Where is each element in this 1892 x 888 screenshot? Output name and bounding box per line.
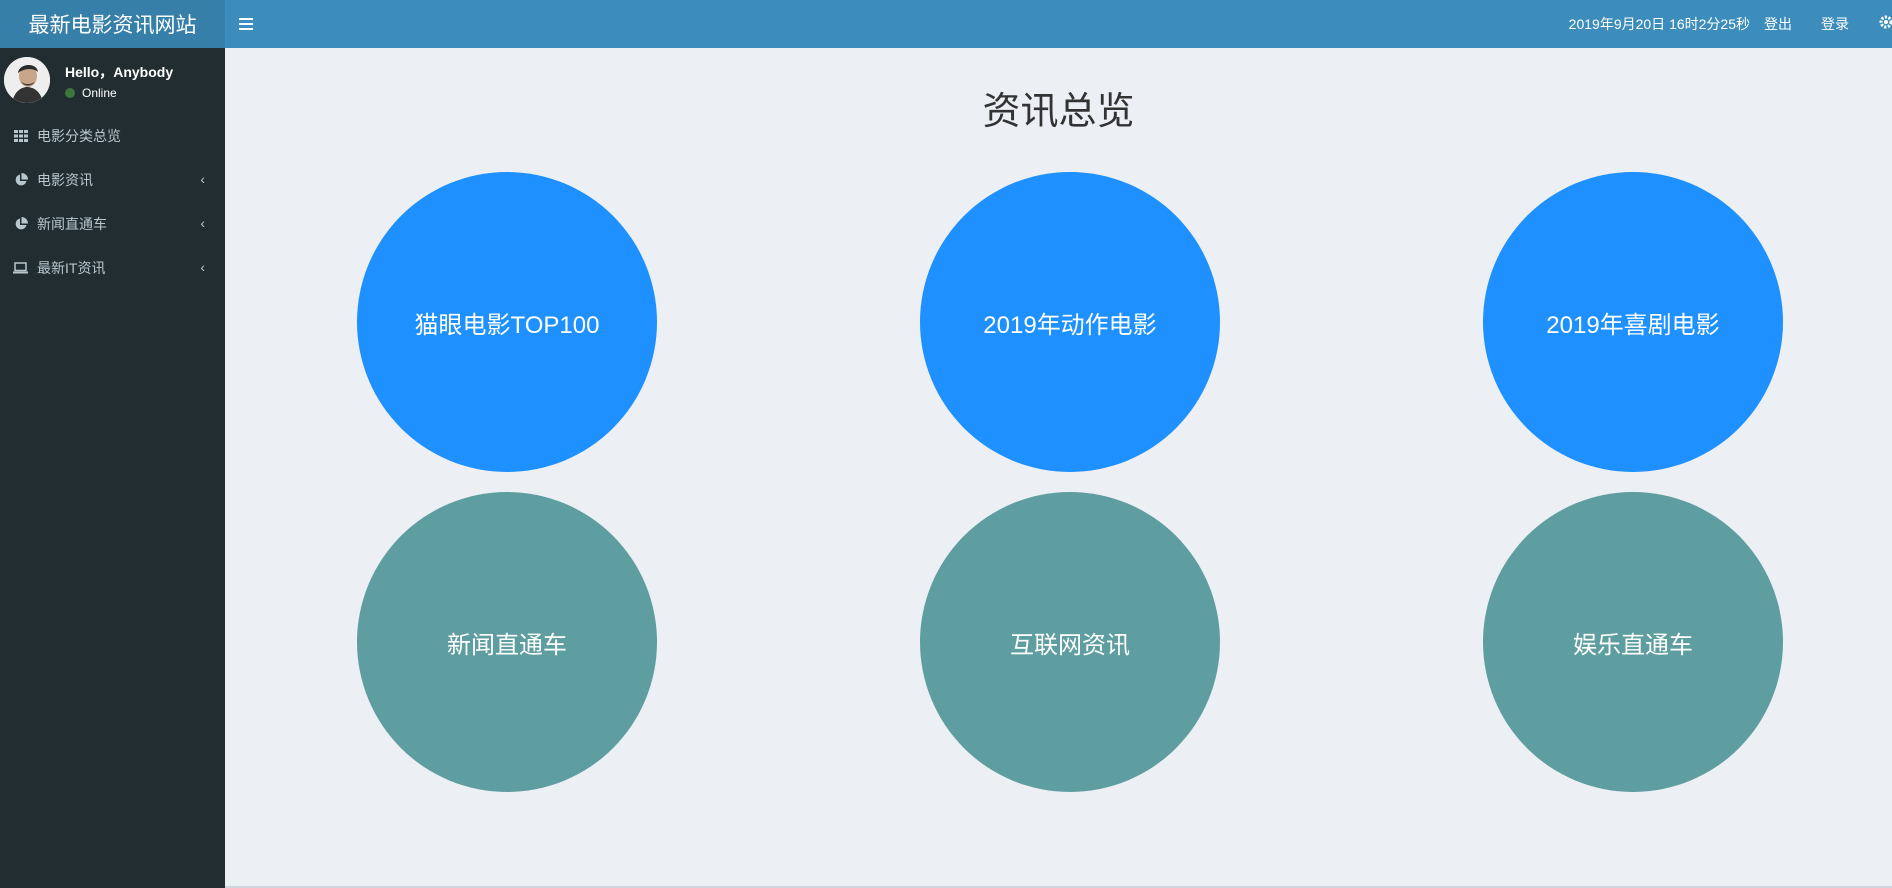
chevron-left-icon: ‹: [200, 215, 205, 231]
top-header: 最新电影资讯网站 2019年9月20日 16时2分25秒 登出 登录: [0, 0, 1892, 48]
sidebar-item-it-news[interactable]: 最新IT资讯 ‹: [0, 246, 225, 290]
sidebar: Hello，Anybody Online 电影分类总览 电影资讯 ‹ 新闻直通车…: [0, 48, 225, 888]
tile-internet-news[interactable]: 互联网资讯: [920, 492, 1220, 792]
gear-icon[interactable]: [1878, 14, 1892, 35]
tile-2019-action-movies[interactable]: 2019年动作电影: [920, 172, 1220, 472]
user-status: Online: [65, 86, 117, 100]
pie-chart-icon: [13, 173, 28, 188]
tile-entertainment-express[interactable]: 娱乐直通车: [1483, 492, 1783, 792]
chevron-left-icon: ‹: [200, 259, 205, 275]
tile-maoyan-top100[interactable]: 猫眼电影TOP100: [357, 172, 657, 472]
avatar: [4, 57, 50, 103]
tile-2019-comedy-movies[interactable]: 2019年喜剧电影: [1483, 172, 1783, 472]
status-dot-icon: [65, 88, 75, 98]
grid-icon: [13, 129, 28, 144]
pie-chart-icon: [13, 217, 28, 232]
page-title: 资讯总览: [982, 91, 1135, 133]
header-nav-right: 2019年9月20日 16时2分25秒 登出 登录: [1569, 0, 1892, 48]
sidebar-item-label: 新闻直通车: [37, 216, 107, 232]
user-panel: Hello，Anybody Online: [0, 48, 225, 114]
sidebar-item-movie-news[interactable]: 电影资讯 ‹: [0, 158, 225, 202]
login-link[interactable]: 登录: [1821, 14, 1849, 34]
sidebar-item-label: 电影资讯: [37, 172, 93, 188]
sidebar-item-news-express[interactable]: 新闻直通车 ‹: [0, 202, 225, 246]
tile-news-express[interactable]: 新闻直通车: [357, 492, 657, 792]
current-datetime: 2019年9月20日 16时2分25秒: [1568, 16, 1750, 32]
sidebar-menu: 电影分类总览 电影资讯 ‹ 新闻直通车 ‹ 最新IT资讯 ‹: [0, 114, 225, 290]
chevron-left-icon: ‹: [200, 171, 205, 187]
sidebar-item-label: 电影分类总览: [37, 128, 121, 144]
sidebar-item-label: 最新IT资讯: [37, 260, 106, 276]
main-content: 资讯总览 猫眼电影TOP100 2019年动作电影 2019年喜剧电影 新闻直通…: [225, 48, 1892, 886]
hamburger-icon[interactable]: [232, 0, 260, 48]
sidebar-item-category-overview[interactable]: 电影分类总览: [0, 114, 225, 158]
site-logo[interactable]: 最新电影资讯网站: [0, 0, 225, 48]
user-greeting: Hello，Anybody: [65, 64, 174, 80]
logout-link[interactable]: 登出: [1764, 14, 1792, 34]
laptop-icon: [13, 261, 28, 276]
user-status-label: Online: [82, 86, 117, 100]
